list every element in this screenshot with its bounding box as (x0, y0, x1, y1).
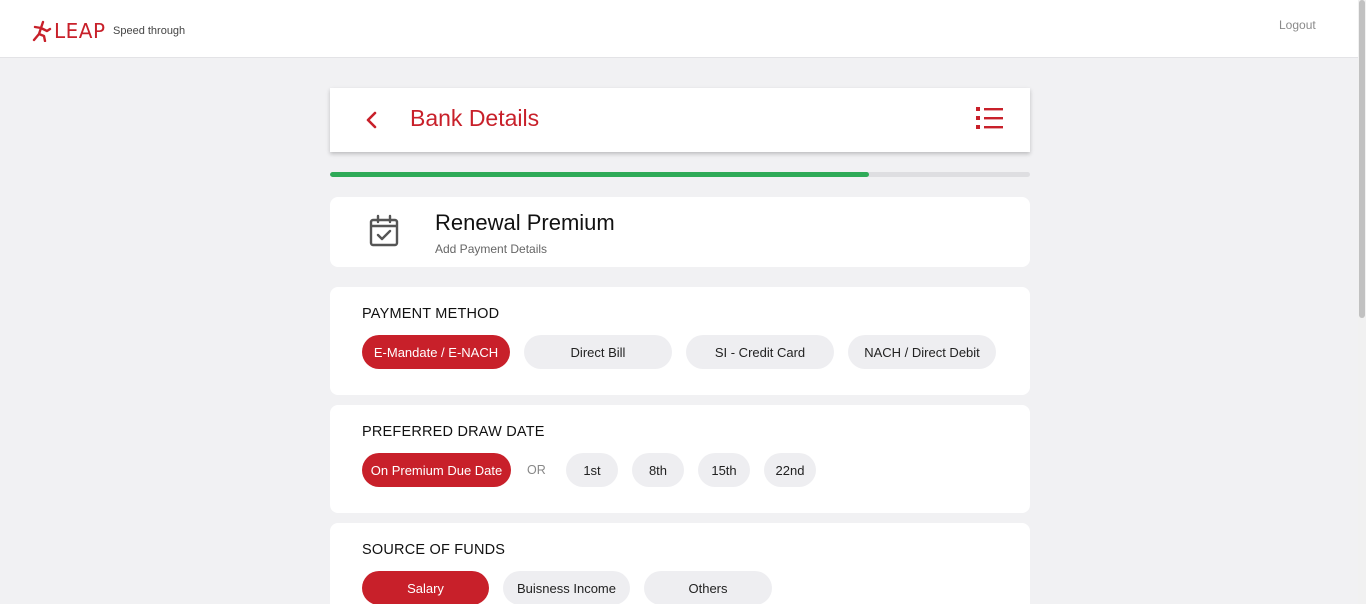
funds-option-others[interactable]: Others (644, 571, 772, 604)
calendar-check-icon (369, 214, 399, 247)
draw-date-22nd[interactable]: 22nd (764, 453, 816, 487)
progress-fill (330, 172, 869, 177)
source-of-funds-title: SOURCE OF FUNDS (362, 542, 506, 558)
top-bar: LEAP Speed through Logout (0, 0, 1358, 58)
info-title: Renewal Premium (435, 210, 615, 235)
progress-bar (330, 172, 1030, 177)
runner-icon (32, 20, 52, 42)
leap-logo[interactable]: LEAP (32, 20, 106, 42)
page-header: Bank Details (330, 88, 1030, 152)
list-menu-icon[interactable] (975, 105, 1005, 131)
payment-method-title: PAYMENT METHOD (362, 306, 500, 322)
source-of-funds-section: SOURCE OF FUNDS Salary Buisness Income O… (330, 523, 1030, 604)
logo-text: LEAP (54, 19, 106, 43)
funds-option-salary[interactable]: Salary (362, 571, 489, 604)
page-title: Bank Details (410, 105, 540, 131)
payment-option-emandate[interactable]: E-Mandate / E-NACH (362, 335, 510, 369)
or-separator: OR (527, 463, 546, 477)
draw-date-title: PREFERRED DRAW DATE (362, 424, 545, 440)
draw-date-1st[interactable]: 1st (566, 453, 618, 487)
payment-option-direct-bill[interactable]: Direct Bill (524, 335, 672, 369)
draw-date-on-due-date[interactable]: On Premium Due Date (362, 453, 511, 487)
payment-method-section: PAYMENT METHOD E-Mandate / E-NACH Direct… (330, 287, 1030, 395)
funds-option-business-income[interactable]: Buisness Income (503, 571, 630, 604)
payment-option-nach-direct-debit[interactable]: NACH / Direct Debit (848, 335, 996, 369)
draw-date-15th[interactable]: 15th (698, 453, 750, 487)
draw-date-section: PREFERRED DRAW DATE On Premium Due Date … (330, 405, 1030, 513)
tagline: Speed through (113, 25, 186, 37)
draw-date-8th[interactable]: 8th (632, 453, 684, 487)
payment-option-si-credit-card[interactable]: SI - Credit Card (686, 335, 834, 369)
chevron-left-icon[interactable] (360, 108, 384, 132)
scrollbar-thumb[interactable] (1359, 0, 1365, 318)
renewal-premium-card: Renewal Premium Add Payment Details (330, 197, 1030, 267)
logout-link[interactable]: Logout (1279, 18, 1316, 32)
info-subtitle: Add Payment Details (435, 242, 548, 256)
page-scrollbar[interactable] (1358, 0, 1366, 604)
